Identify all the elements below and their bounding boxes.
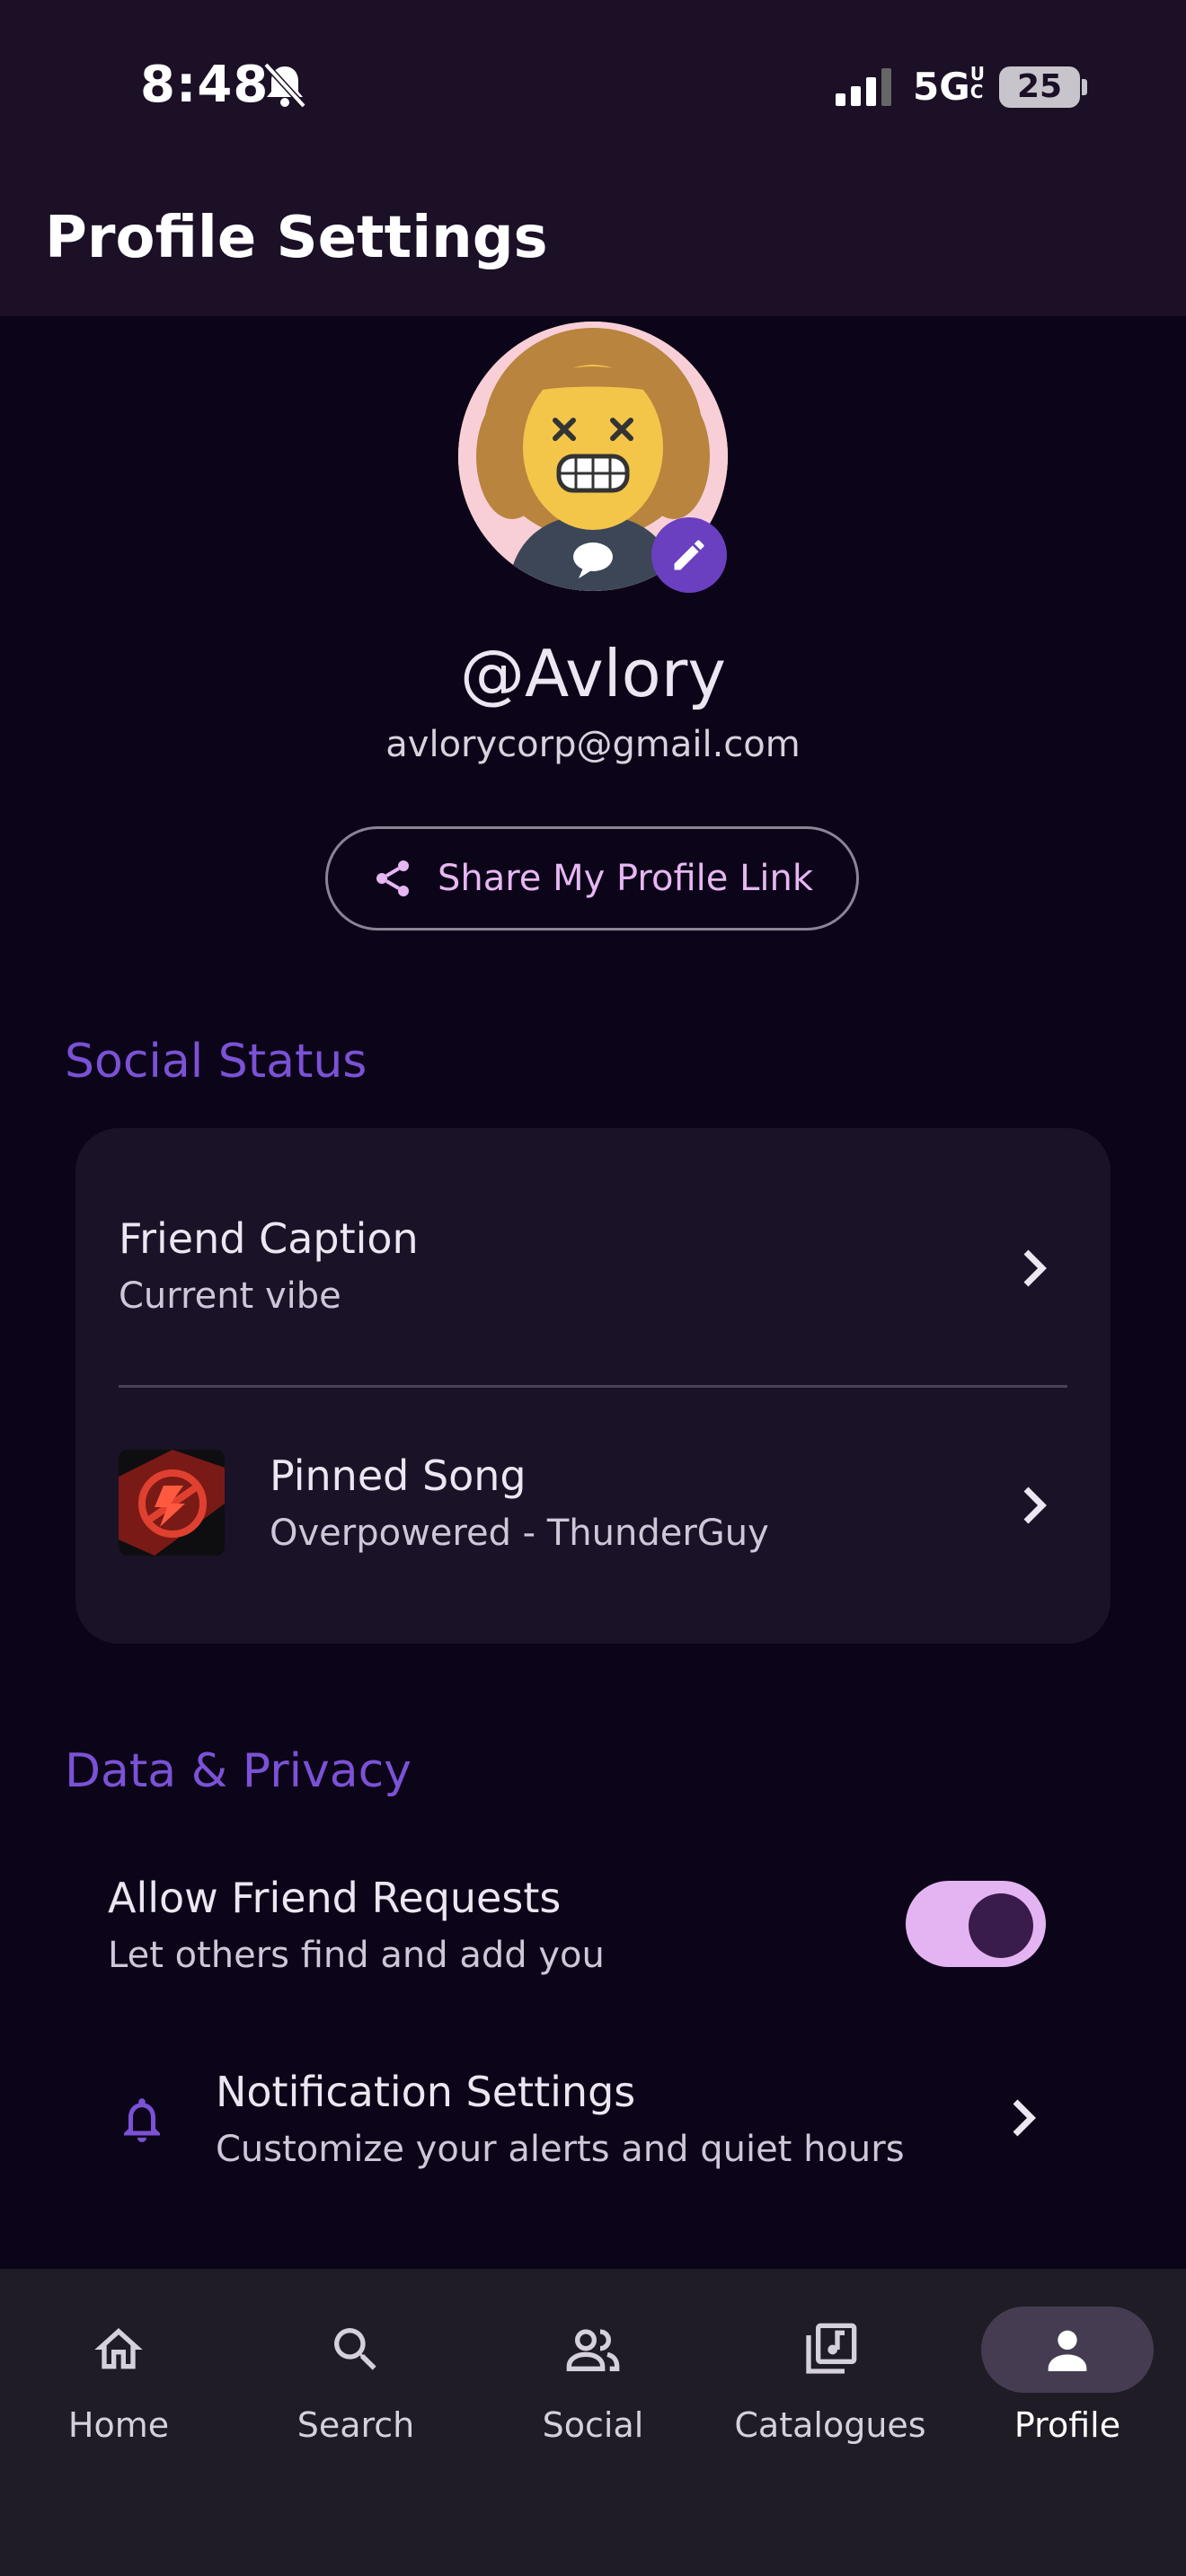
battery-cap (1082, 79, 1087, 95)
profile-username: @Avlory (460, 636, 726, 711)
status-time: 8:48 (140, 56, 270, 114)
nav-label-search: Search (296, 2405, 415, 2445)
friend-requests-title: Allow Friend Requests (108, 1874, 562, 1922)
bell-off-icon (263, 62, 306, 109)
signal-icon (836, 68, 891, 106)
pencil-icon (674, 540, 704, 570)
song-cover-image (119, 1450, 225, 1556)
divider (119, 1385, 1067, 1388)
search-icon (334, 2328, 376, 2370)
page-title: Profile Settings (45, 205, 548, 271)
library-music-icon (806, 2323, 857, 2374)
pinned-song-row[interactable] (75, 1401, 1111, 1608)
notification-settings-title: Notification Settings (216, 2068, 636, 2116)
pinned-song-title: Pinned Song (270, 1451, 527, 1500)
home-icon (94, 2328, 143, 2369)
nav-label-catalogues: Catalogues (734, 2405, 926, 2445)
chevron-right-icon (1013, 2099, 1036, 2137)
nav-label-profile: Profile (1013, 2405, 1121, 2445)
nav-label-social: Social (542, 2405, 644, 2445)
person-icon (1048, 2330, 1087, 2371)
bell-icon (124, 2098, 160, 2142)
profile-email: avlorycorp@gmail.com (385, 724, 801, 765)
network-type: 5GUC (913, 63, 985, 109)
section-title-data-privacy: Data & Privacy (65, 1744, 412, 1798)
friend-caption-title: Friend Caption (119, 1214, 419, 1263)
pinned-song-subtitle: Overpowered - ThunderGuy (270, 1513, 769, 1554)
share-icon (376, 860, 409, 896)
friend-caption-subtitle: Current vibe (119, 1275, 341, 1317)
people-icon (566, 2329, 620, 2371)
share-profile-button[interactable]: Share My Profile Link (325, 826, 859, 931)
toggle-knob (969, 1893, 1033, 1958)
edit-avatar-button[interactable] (651, 517, 727, 593)
song-artwork (119, 1450, 225, 1556)
chevron-right-icon (1023, 1486, 1047, 1524)
share-button-label: Share My Profile Link (437, 858, 814, 899)
section-title-social-status: Social Status (65, 1035, 367, 1089)
notification-settings-subtitle: Customize your alerts and quiet hours (216, 2129, 905, 2170)
chevron-right-icon (1023, 1249, 1047, 1287)
friend-requests-subtitle: Let others find and add you (108, 1935, 605, 1976)
notification-settings-row[interactable] (75, 2030, 1111, 2210)
nav-label-home: Home (67, 2405, 170, 2445)
friend-caption-row[interactable] (75, 1159, 1111, 1374)
battery-level: 25 (999, 66, 1080, 108)
